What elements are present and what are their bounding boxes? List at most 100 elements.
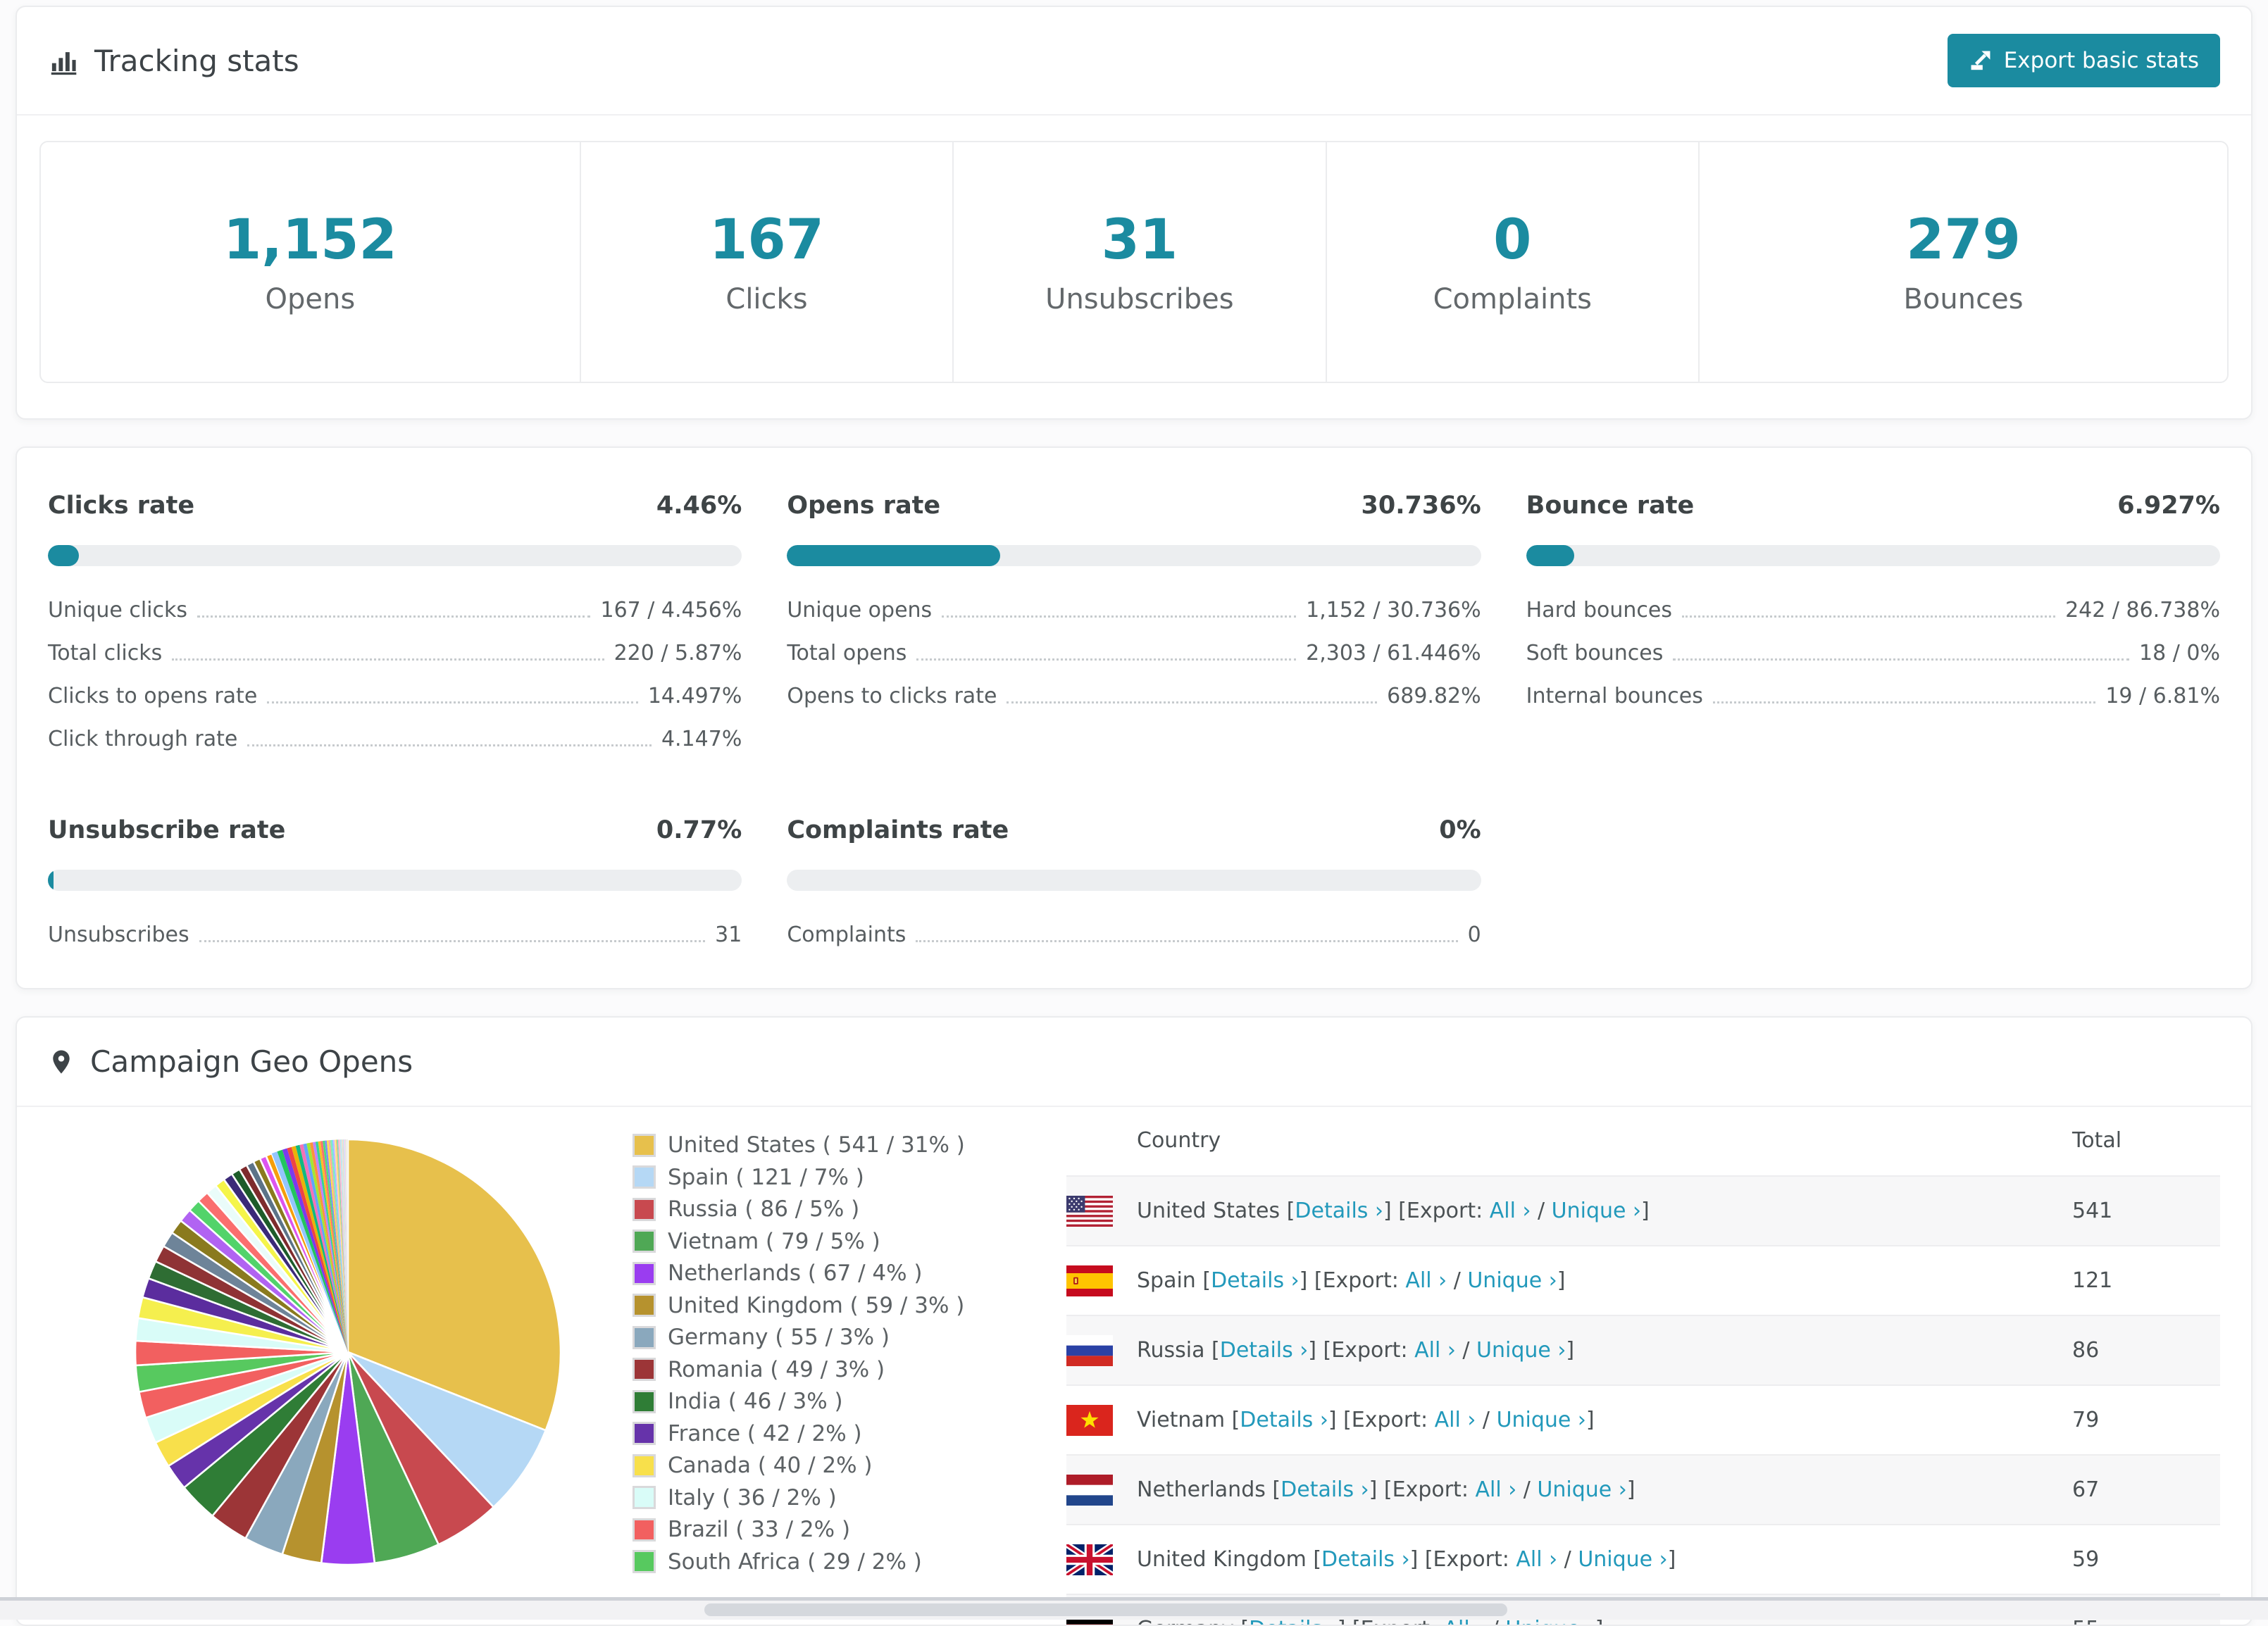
legend-label: France ( 42 / 2% ) xyxy=(668,1421,862,1446)
legend-swatch xyxy=(633,1358,656,1381)
geo-table-row: Netherlands [Details ›] [Export: All › /… xyxy=(1066,1454,2220,1524)
export-all-link[interactable]: All › xyxy=(1475,1477,1516,1502)
dotted-leader xyxy=(247,744,652,746)
export-unique-link[interactable]: Unique › xyxy=(1537,1477,1626,1502)
export-unique-link[interactable]: Unique › xyxy=(1552,1199,1641,1223)
legend-label: United States ( 541 / 31% ) xyxy=(668,1132,965,1158)
country-total: 86 xyxy=(2072,1338,2220,1363)
rate-detail-row: Soft bounces18 / 0% xyxy=(1526,642,2220,665)
rate-block-complaints-rate: Complaints rate 0% Complaints0 xyxy=(787,816,1481,947)
country-name: Spain xyxy=(1137,1268,1196,1293)
rate-value: 4.46% xyxy=(656,492,742,520)
geo-legend: United States ( 541 / 31% ) Spain ( 121 /… xyxy=(633,1132,999,1581)
rate-detail-row: Clicks to opens rate14.497% xyxy=(48,684,742,708)
progress-bar-fill xyxy=(48,870,54,891)
country-name: United Kingdom xyxy=(1137,1547,1307,1572)
rate-detail-row: Unique opens1,152 / 30.736% xyxy=(787,599,1481,623)
progress-bar-fill xyxy=(787,545,1000,566)
legend-swatch xyxy=(633,1165,656,1189)
rate-detail-label: Click through rate xyxy=(48,727,237,751)
legend-label: Vietnam ( 79 / 5% ) xyxy=(668,1229,880,1254)
country-name: United States xyxy=(1137,1199,1280,1223)
legend-label: Russia ( 86 / 5% ) xyxy=(668,1196,859,1222)
stat-label: Bounces xyxy=(1903,283,2023,315)
export-all-link[interactable]: All › xyxy=(1516,1547,1557,1572)
legend-item: Germany ( 55 / 3% ) xyxy=(633,1325,999,1350)
legend-label: Romania ( 49 / 3% ) xyxy=(668,1357,885,1382)
export-all-link[interactable]: All › xyxy=(1405,1268,1447,1293)
legend-item: Brazil ( 33 / 2% ) xyxy=(633,1517,999,1542)
legend-label: Spain ( 121 / 7% ) xyxy=(668,1165,864,1190)
geo-table: Country Total United States [Details ›] … xyxy=(1066,1107,2220,1626)
legend-item: United Kingdom ( 59 / 3% ) xyxy=(633,1293,999,1318)
export-unique-link[interactable]: Unique › xyxy=(1476,1338,1566,1363)
rate-detail-row: Total clicks220 / 5.87% xyxy=(48,642,742,665)
legend-swatch xyxy=(633,1518,656,1541)
details-link[interactable]: Details › xyxy=(1295,1199,1383,1223)
export-unique-link[interactable]: Unique › xyxy=(1497,1408,1586,1432)
rate-detail-row: Unique clicks167 / 4.456% xyxy=(48,599,742,623)
geo-content: United States ( 541 / 31% ) Spain ( 121 /… xyxy=(17,1107,2251,1626)
legend-item: Canada ( 40 / 2% ) xyxy=(633,1453,999,1478)
export-all-link[interactable]: All › xyxy=(1490,1199,1531,1223)
dotted-leader xyxy=(942,615,1296,618)
legend-swatch xyxy=(633,1390,656,1413)
details-link[interactable]: Details › xyxy=(1281,1477,1369,1502)
details-link[interactable]: Details › xyxy=(1321,1547,1410,1572)
horizontal-scrollbar[interactable] xyxy=(0,1597,2268,1620)
export-all-link[interactable]: All › xyxy=(1435,1408,1476,1432)
dotted-leader xyxy=(199,940,706,942)
legend-swatch xyxy=(633,1454,656,1477)
export-unique-link[interactable]: Unique › xyxy=(1578,1547,1667,1572)
legend-swatch xyxy=(633,1326,656,1349)
rate-title: Complaints rate xyxy=(787,816,1009,844)
flag-es-icon xyxy=(1066,1265,1113,1296)
country-total: 79 xyxy=(2072,1408,2220,1432)
dotted-leader xyxy=(267,701,638,703)
geo-table-row: United Kingdom [Details ›] [Export: All … xyxy=(1066,1524,2220,1594)
tracking-stats-header: Tracking stats Export basic stats xyxy=(17,7,2251,115)
export-icon xyxy=(1969,49,1993,73)
rate-detail-value: 14.497% xyxy=(648,684,742,708)
rate-detail-label: Opens to clicks rate xyxy=(787,684,997,708)
legend-item: India ( 46 / 3% ) xyxy=(633,1389,999,1414)
scrollbar-thumb[interactable] xyxy=(704,1603,1507,1616)
export-unique-link[interactable]: Unique › xyxy=(1467,1268,1557,1293)
rate-detail-row: Complaints0 xyxy=(787,923,1481,947)
country-name: Vietnam xyxy=(1137,1408,1225,1432)
rate-detail-row: Opens to clicks rate689.82% xyxy=(787,684,1481,708)
export-button-label: Export basic stats xyxy=(2004,48,2199,73)
geo-pie-svg xyxy=(131,1125,568,1579)
legend-item: France ( 42 / 2% ) xyxy=(633,1421,999,1446)
column-total: Total xyxy=(2072,1128,2220,1153)
export-basic-stats-button[interactable]: Export basic stats xyxy=(1948,34,2220,87)
details-link[interactable]: Details › xyxy=(1211,1268,1300,1293)
legend-item: Italy ( 36 / 2% ) xyxy=(633,1485,999,1511)
legend-swatch xyxy=(633,1294,656,1317)
geo-table-row: Vietnam [Details ›] [Export: All › / Uni… xyxy=(1066,1384,2220,1454)
rate-detail-value: 242 / 86.738% xyxy=(2065,598,2220,623)
flag-gb-icon xyxy=(1066,1544,1113,1575)
details-link[interactable]: Details › xyxy=(1220,1338,1309,1363)
progress-bar-track xyxy=(48,545,742,566)
legend-label: Netherlands ( 67 / 4% ) xyxy=(668,1261,923,1286)
rate-detail-label: Total clicks xyxy=(48,641,162,665)
rate-detail-value: 1,152 / 30.736% xyxy=(1306,598,1481,623)
stat-label: Opens xyxy=(266,283,356,315)
rate-detail-row: Unsubscribes31 xyxy=(48,923,742,947)
progress-bar-track xyxy=(48,870,742,891)
legend-item: Vietnam ( 79 / 5% ) xyxy=(633,1229,999,1254)
progress-bar-track xyxy=(787,870,1481,891)
legend-swatch xyxy=(633,1230,656,1253)
rate-value: 6.927% xyxy=(2117,492,2220,520)
rate-detail-row: Click through rate4.147% xyxy=(48,727,742,751)
legend-label: Brazil ( 33 / 2% ) xyxy=(668,1517,850,1542)
rate-value: 0% xyxy=(1439,816,1481,844)
flag-vn-icon xyxy=(1066,1405,1113,1436)
legend-item: South Africa ( 29 / 2% ) xyxy=(633,1549,999,1575)
details-link[interactable]: Details › xyxy=(1240,1408,1328,1432)
geo-pie-chart[interactable] xyxy=(131,1125,568,1579)
rate-block-opens-rate: Opens rate30.736%Unique opens1,152 / 30.… xyxy=(787,492,1481,751)
export-all-link[interactable]: All › xyxy=(1414,1338,1456,1363)
flag-us-icon xyxy=(1066,1196,1113,1227)
